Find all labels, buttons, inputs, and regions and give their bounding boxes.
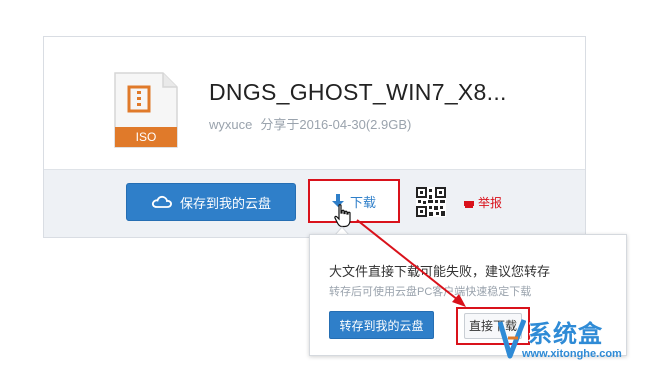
flag-icon	[464, 200, 474, 208]
watermark: 系统盒 www.xitonghe.com	[498, 314, 648, 368]
download-button-label: 下载	[349, 194, 376, 210]
watermark-url: www.xitonghe.com	[522, 348, 622, 360]
transfer-to-cloud-button[interactable]: 转存到我的云盘	[329, 311, 434, 339]
download-button[interactable]: 下载	[308, 179, 400, 223]
owner-name[interactable]: wyxuce	[209, 117, 252, 132]
report-label: 举报	[478, 196, 503, 210]
file-meta: wyxuce 分享于2016-04-30(2.9GB)	[209, 114, 411, 133]
cloud-icon	[151, 195, 172, 208]
save-to-cloud-button[interactable]: 保存到我的云盘	[126, 183, 296, 221]
file-card: ISO DNGS_GHOST_WIN7_X8... wyxuce 分享于2016-…	[43, 36, 586, 238]
popup-sub-message: 转存后可使用云盘PC客户端快速稳定下载	[329, 286, 532, 298]
report-link[interactable]: 举报	[464, 194, 502, 211]
transfer-button-label: 转存到我的云盘	[339, 318, 424, 333]
popup-message: 大文件直接下载可能失败，建议您转存	[329, 264, 551, 279]
file-type-badge: ISO	[135, 130, 157, 144]
file-title[interactable]: DNGS_GHOST_WIN7_X8...	[209, 79, 507, 106]
share-info: 分享于2016-04-30(2.9GB)	[260, 117, 412, 132]
qr-code-icon[interactable]	[416, 187, 446, 217]
watermark-name: 系统盒	[528, 321, 603, 348]
hand-cursor-icon	[334, 204, 351, 228]
save-button-label: 保存到我的云盘	[179, 195, 271, 211]
